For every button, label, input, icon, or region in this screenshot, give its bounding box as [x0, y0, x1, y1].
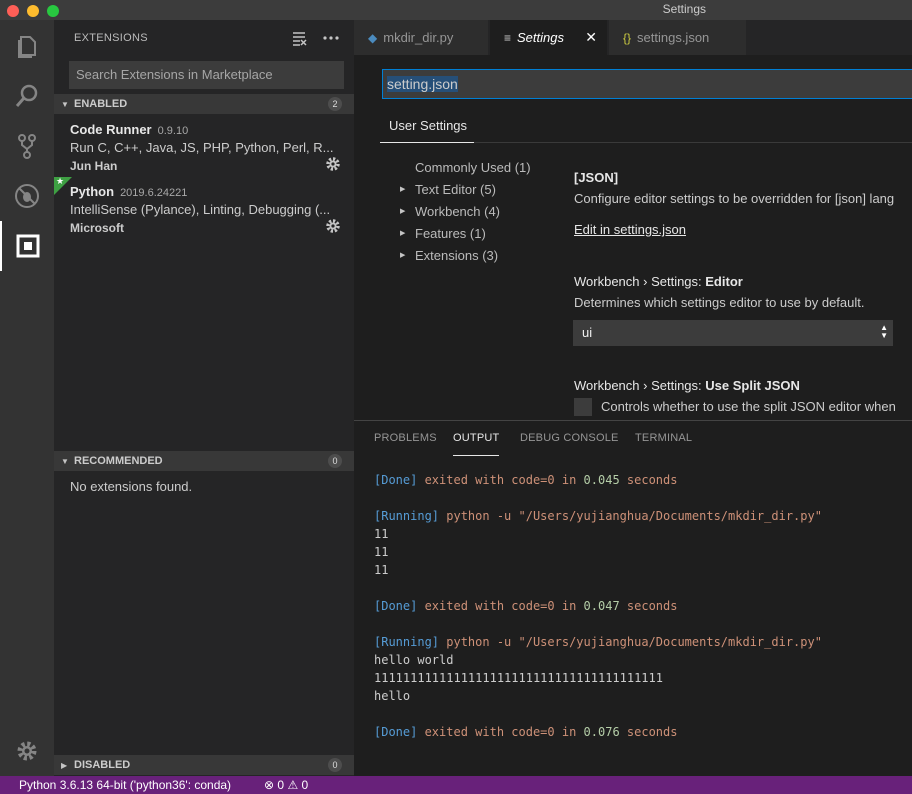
extensions-icon[interactable]	[0, 221, 54, 271]
python-interpreter-status[interactable]: Python 3.6.13 64-bit ('python36': conda)	[19, 778, 231, 792]
output-line: [Running] python -u "/Users/yujianghua/D…	[374, 509, 822, 523]
explorer-icon[interactable]	[0, 21, 54, 71]
recommended-label: RECOMMENDED	[74, 455, 163, 467]
use-split-json-checkbox[interactable]	[574, 398, 592, 416]
enabled-label: ENABLED	[74, 98, 128, 110]
close-icon[interactable]: ✕	[585, 29, 597, 46]
output-line: [Running] python -u "/Users/yujianghua/D…	[374, 635, 822, 649]
enabled-count-badge: 2	[328, 97, 342, 111]
output-line: [Done] exited with code=0 in 0.047 secon…	[374, 599, 678, 613]
settings-search-input[interactable]: setting.json	[382, 69, 912, 99]
json-section-description: Configure editor settings to be overridd…	[574, 191, 895, 206]
debug-icon[interactable]	[0, 171, 54, 221]
chevron-right-icon: ▶	[400, 230, 406, 237]
recommended-section-header[interactable]: ▼ RECOMMENDED 0	[54, 451, 354, 471]
toc-workbench[interactable]: Workbench (4)	[415, 204, 500, 219]
chevron-down-icon: ▼	[61, 99, 69, 109]
select-value: ui	[582, 325, 593, 340]
output-line: [Done] exited with code=0 in 0.076 secon…	[374, 725, 678, 739]
tab-debug-console[interactable]: DEBUG CONSOLE	[520, 432, 619, 444]
extension-version: 2019.6.24221	[120, 187, 188, 199]
extension-name: Python	[70, 184, 115, 199]
manage-gear-icon[interactable]	[0, 736, 54, 766]
tab-terminal[interactable]: TERMINAL	[635, 432, 692, 444]
extension-item-code-runner[interactable]: Code Runner 0.9.10 Run C, C++, Java, JS, …	[54, 121, 354, 183]
problems-status[interactable]: ⊗ 0 ⚠ 0	[264, 778, 308, 792]
output-line: 11	[374, 563, 389, 577]
editor-setting-description: Determines which settings editor to use …	[574, 295, 865, 310]
extension-name: Code Runner	[70, 122, 152, 137]
output-log: [Done] exited with code=0 in 0.045 secon…	[374, 471, 822, 741]
extension-publisher: Jun Han	[70, 159, 118, 173]
python-file-icon: ◆	[368, 30, 378, 45]
sidebar-header: EXTENSIONS	[54, 20, 354, 56]
extensions-sidebar: EXTENSIONS Search Extensions in Marketpl…	[54, 20, 354, 776]
search-value: setting.json	[387, 76, 458, 92]
tab-settings[interactable]: ≡ Settings ✕	[490, 20, 608, 55]
editor-setting-select[interactable]: ui ▲ ▼	[573, 320, 893, 346]
toc-text-editor[interactable]: Text Editor (5)	[415, 182, 496, 197]
output-line: 11	[374, 527, 389, 541]
tab-output[interactable]: OUTPUT	[453, 432, 499, 444]
chevron-right-icon: ▶	[400, 252, 406, 259]
chevron-right-icon: ▶	[400, 186, 406, 193]
split-json-setting-title: Workbench › Settings: Use Split JSON	[574, 378, 800, 393]
tab-mkdir-dir-py[interactable]: ◆ mkdir_dir.py	[354, 20, 489, 55]
extension-description: Run C, C++, Java, JS, PHP, Python, Perl,…	[70, 140, 334, 155]
warning-icon: ⚠	[287, 778, 299, 792]
bottom-panel: PROBLEMS OUTPUT DEBUG CONSOLE TERMINAL […	[354, 420, 912, 776]
search-icon[interactable]	[0, 71, 54, 121]
output-line: 1111111111111111111111111111111111111111	[374, 671, 663, 685]
activity-bar	[0, 20, 54, 776]
tab-label: mkdir_dir.py	[383, 30, 454, 45]
extension-publisher: Microsoft	[70, 221, 124, 235]
tab-user-settings[interactable]: User Settings	[389, 118, 467, 139]
output-line: [Done] exited with code=0 in 0.045 secon…	[374, 473, 678, 487]
extension-description: IntelliSense (Pylance), Linting, Debuggi…	[70, 202, 331, 217]
toc-features[interactable]: Features (1)	[415, 226, 486, 241]
no-extensions-message: No extensions found.	[70, 479, 193, 494]
window-title: Settings	[662, 2, 706, 16]
toc-extensions[interactable]: Extensions (3)	[415, 248, 498, 263]
editor-tabs: ◆ mkdir_dir.py ≡ Settings ✕ {} settings.…	[354, 20, 912, 55]
edit-in-settings-json-link[interactable]: Edit in settings.json	[574, 222, 686, 237]
editor-setting-title: Workbench › Settings: Editor	[574, 274, 743, 289]
output-line: 11	[374, 545, 389, 559]
json-braces-icon: {}	[623, 30, 632, 45]
settings-lines-icon: ≡	[504, 30, 512, 45]
tab-label: settings.json	[637, 30, 710, 45]
extension-version: 0.9.10	[157, 125, 189, 137]
warning-count: 0	[301, 778, 309, 792]
json-section-title: [JSON]	[574, 170, 619, 185]
enabled-section-header[interactable]: ▼ ENABLED 2	[54, 94, 354, 114]
error-icon: ⊗	[264, 778, 275, 792]
status-bar: Python 3.6.13 64-bit ('python36': conda)…	[0, 776, 912, 794]
output-line: hello world	[374, 653, 454, 667]
disabled-label: DISABLED	[74, 759, 131, 771]
extensions-search-input[interactable]: Search Extensions in Marketplace	[69, 61, 344, 89]
split-json-setting-description: Controls whether to use the split JSON e…	[601, 399, 896, 414]
clear-extensions-icon[interactable]	[290, 29, 308, 50]
sidebar-title: EXTENSIONS	[74, 32, 148, 44]
title-bar: Settings	[0, 0, 912, 20]
tab-problems[interactable]: PROBLEMS	[374, 432, 437, 444]
disabled-count-badge: 0	[328, 758, 342, 772]
gear-icon[interactable]	[325, 156, 341, 172]
more-actions-icon[interactable]	[322, 29, 340, 50]
chevron-right-icon: ▶	[400, 208, 406, 215]
recommended-count-badge: 0	[328, 454, 342, 468]
settings-editor: setting.json User Settings Commonly Used…	[354, 55, 912, 420]
toc-commonly-used[interactable]: Commonly Used (1)	[415, 160, 531, 175]
gear-icon[interactable]	[325, 218, 341, 234]
error-count: 0	[277, 778, 285, 792]
chevron-right-icon: ▶	[61, 760, 68, 770]
tab-label: Settings	[517, 30, 564, 45]
chevron-down-icon: ▼	[61, 456, 69, 466]
extension-item-python[interactable]: ★ Python 2019.6.24221 IntelliSense (Pylan…	[54, 176, 354, 245]
tab-settings-json[interactable]: {} settings.json	[609, 20, 747, 55]
select-arrows-icon: ▲ ▼	[880, 323, 888, 340]
output-line: hello	[374, 689, 411, 703]
source-control-icon[interactable]	[0, 121, 54, 171]
disabled-section-header[interactable]: ▶ DISABLED 0	[54, 755, 354, 775]
